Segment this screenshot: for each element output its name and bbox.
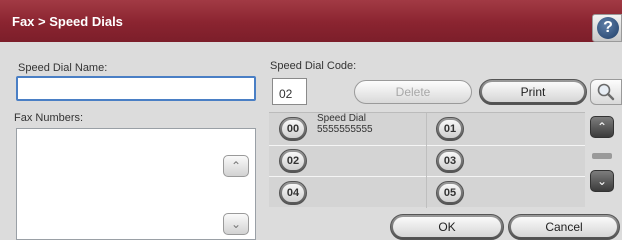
page-title: Fax > Speed Dials: [12, 14, 123, 29]
fax-scroll-up-button[interactable]: ⌃: [223, 155, 249, 177]
speed-dial-slot-03[interactable]: 03: [436, 149, 464, 173]
ok-button[interactable]: OK: [390, 214, 504, 240]
slot-entry-name: Speed Dial: [317, 113, 366, 124]
slot-code: 03: [439, 152, 461, 170]
help-button[interactable]: ?: [592, 14, 622, 42]
speed-dial-code-input[interactable]: 02: [272, 78, 307, 105]
grid-divider: [269, 176, 585, 177]
slot-code: 02: [282, 152, 304, 170]
print-button-label: Print: [482, 82, 584, 102]
search-button[interactable]: [590, 79, 622, 105]
list-scroll-down-button[interactable]: ⌄: [590, 170, 614, 192]
speed-dial-slot-04[interactable]: 04: [279, 181, 307, 205]
speed-dial-name-label: Speed Dial Name:: [18, 62, 108, 74]
grid-divider: [269, 145, 585, 146]
magnifier-icon: [597, 83, 615, 101]
speed-dial-slot-05[interactable]: 05: [436, 181, 464, 205]
question-mark-icon: ?: [597, 17, 619, 39]
fax-numbers-label: Fax Numbers:: [14, 112, 84, 124]
speed-dial-code-label: Speed Dial Code:: [270, 60, 357, 72]
slot-code: 01: [439, 120, 461, 138]
speed-dial-slot-00[interactable]: 00: [279, 117, 307, 141]
chevron-down-icon: ⌄: [596, 174, 608, 188]
slot-code: 05: [439, 184, 461, 202]
print-button[interactable]: Print: [479, 79, 587, 105]
slot-code: 04: [282, 184, 304, 202]
speed-dial-slot-02[interactable]: 02: [279, 149, 307, 173]
delete-button[interactable]: Delete: [354, 80, 472, 104]
title-bar: Fax > Speed Dials ?: [0, 0, 622, 42]
left-panel: Speed Dial Name: Fax Numbers: ⌃ ⌄: [12, 56, 261, 240]
cancel-button-label: Cancel: [511, 217, 617, 237]
list-scroll-indicator: [592, 153, 612, 159]
fax-numbers-field[interactable]: ⌃ ⌄: [16, 128, 256, 240]
speed-dial-name-input[interactable]: [16, 76, 256, 101]
fax-scroll-down-button[interactable]: ⌄: [223, 213, 249, 235]
speed-dial-grid: 00 Speed Dial 5555555555 01 02 03 04 05: [269, 112, 585, 208]
chevron-up-icon: ⌃: [230, 159, 242, 173]
slot-code: 00: [282, 120, 304, 138]
chevron-down-icon: ⌄: [230, 217, 242, 231]
slot-entry-number: 5555555555: [317, 124, 373, 135]
cancel-button[interactable]: Cancel: [508, 214, 620, 240]
grid-divider: [426, 113, 427, 208]
ok-button-label: OK: [393, 217, 501, 237]
list-scroll-up-button[interactable]: ⌃: [590, 116, 614, 138]
speed-dial-slot-01[interactable]: 01: [436, 117, 464, 141]
chevron-up-icon: ⌃: [596, 120, 608, 134]
